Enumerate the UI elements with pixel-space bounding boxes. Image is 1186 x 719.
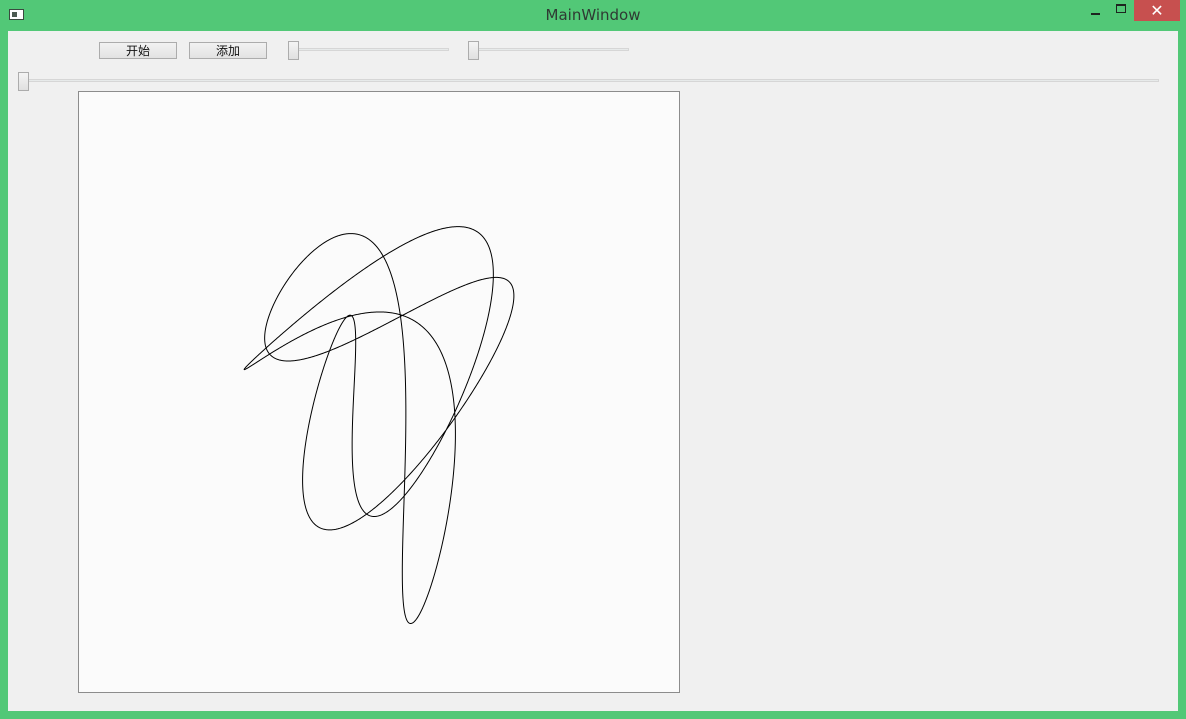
drawing-canvas[interactable] bbox=[78, 91, 680, 693]
slider-2-handle[interactable] bbox=[468, 41, 479, 60]
timeline-slider-handle[interactable] bbox=[18, 72, 29, 91]
minimize-icon[interactable] bbox=[1082, 0, 1108, 21]
slider-2-track[interactable] bbox=[468, 48, 629, 51]
curve-plot bbox=[243, 226, 515, 624]
title-bar: MainWindow ✕ bbox=[0, 0, 1186, 31]
maximize-icon[interactable] bbox=[1108, 0, 1134, 21]
slider-1-handle[interactable] bbox=[288, 41, 299, 60]
main-client-area: 开始 添加 bbox=[8, 31, 1178, 711]
window-title: MainWindow bbox=[545, 6, 641, 24]
close-icon[interactable]: ✕ bbox=[1134, 0, 1180, 21]
timeline-slider-track[interactable] bbox=[18, 79, 1159, 82]
lissajous-curve bbox=[243, 226, 515, 624]
start-button[interactable]: 开始 bbox=[99, 42, 177, 59]
slider-1-track[interactable] bbox=[288, 48, 449, 51]
add-button[interactable]: 添加 bbox=[189, 42, 267, 59]
